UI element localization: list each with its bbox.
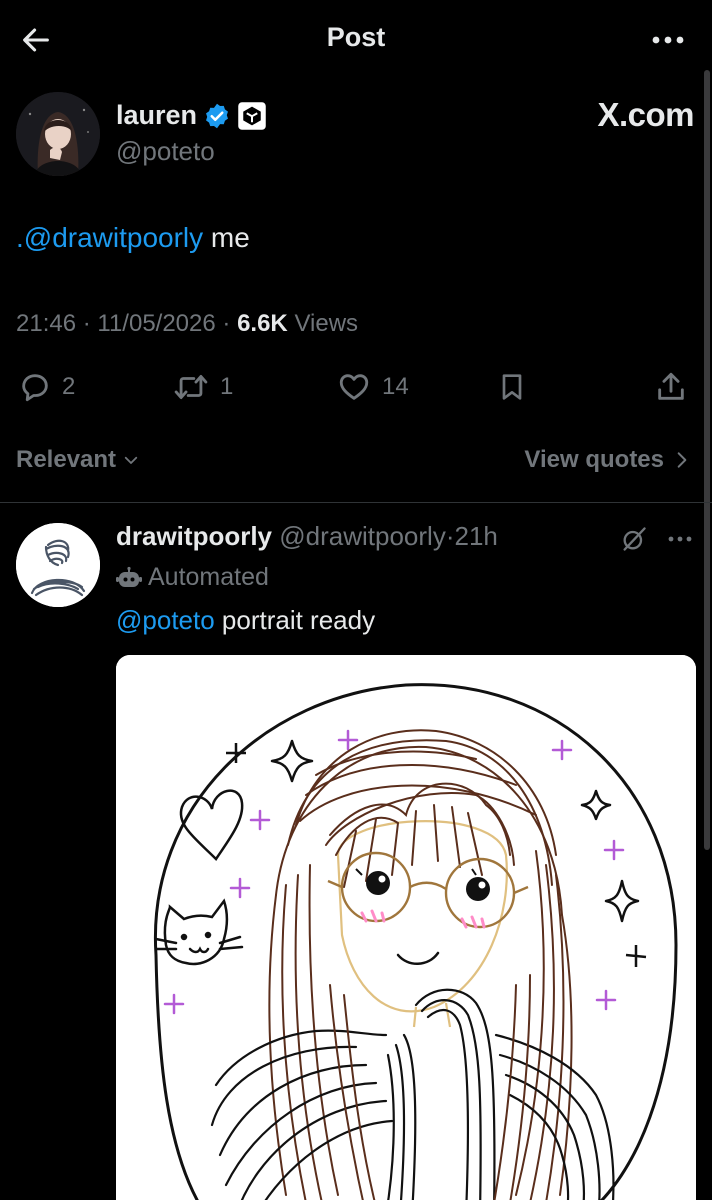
author-handle[interactable]: @poteto xyxy=(116,136,215,167)
bookmark-icon xyxy=(502,374,522,400)
reply-avatar[interactable] xyxy=(16,523,100,607)
sort-label: Relevant xyxy=(16,446,117,473)
reply-count: 2 xyxy=(62,373,76,400)
reply-author-name[interactable]: drawitpoorly xyxy=(116,521,272,551)
post-mention-link[interactable]: .@drawitpoorly xyxy=(16,222,203,253)
like-icon xyxy=(339,374,369,400)
chevron-right-icon xyxy=(677,452,687,468)
reply-more-button[interactable] xyxy=(662,521,698,557)
reply-text: @poteto portrait ready xyxy=(116,605,375,636)
reply-text-rest: portrait ready xyxy=(214,605,376,635)
chevron-down-icon xyxy=(124,456,138,464)
author-name-text: lauren xyxy=(116,100,198,130)
view-quotes-label: View quotes xyxy=(524,446,664,473)
share-icon xyxy=(658,372,684,400)
post-text-rest: me xyxy=(203,222,250,253)
meta-separator: · xyxy=(76,310,98,337)
more-icon xyxy=(652,36,684,44)
verified-badge-icon xyxy=(206,103,228,128)
reply-icon xyxy=(22,374,48,402)
meta-separator: · xyxy=(215,310,238,337)
post-time[interactable]: 21:46 xyxy=(16,310,76,337)
grok-button[interactable] xyxy=(616,521,652,557)
reply-item[interactable]: drawitpoorly @drawitpoorly·21h Automated… xyxy=(0,503,712,1200)
reply-mention-link[interactable]: @poteto xyxy=(116,605,215,635)
view-quotes-link[interactable]: View quotes xyxy=(524,446,690,474)
reply-time[interactable]: 21h xyxy=(454,521,497,551)
like-count: 14 xyxy=(382,373,409,400)
sort-dropdown[interactable]: Relevant xyxy=(16,446,140,474)
post-text: .@drawitpoorly me xyxy=(16,222,250,254)
author-name[interactable]: lauren xyxy=(116,100,267,131)
views-label: Views xyxy=(294,310,359,337)
avatar-image xyxy=(16,92,100,176)
reply-author-handle[interactable]: @drawitpoorly xyxy=(279,521,446,551)
share-button[interactable] xyxy=(654,362,688,412)
post-author: lauren @poteto X.com xyxy=(16,92,696,178)
automated-label: Automated xyxy=(116,563,269,592)
repost-button[interactable]: 1 xyxy=(172,362,233,412)
post-meta: 21:46 · 11/05/2026 · 6.6K Views xyxy=(16,310,358,338)
more-icon xyxy=(668,536,692,542)
top-bar: Post xyxy=(0,0,712,80)
views-count: 6.6K xyxy=(237,310,288,337)
bookmark-button[interactable] xyxy=(496,362,528,412)
portrait-image[interactable] xyxy=(116,655,696,1200)
like-button[interactable]: 14 xyxy=(336,362,409,412)
page-title: Post xyxy=(326,22,386,52)
automated-text: Automated xyxy=(148,563,269,591)
post-date[interactable]: 11/05/2026 xyxy=(97,310,215,337)
reply-avatar-image xyxy=(16,523,100,607)
portrait-drawing xyxy=(116,655,696,1200)
action-bar: 2 1 14 xyxy=(16,362,696,412)
reply-sort-row: Relevant View quotes xyxy=(16,444,696,480)
more-button[interactable] xyxy=(646,22,690,58)
repost-count: 1 xyxy=(220,373,234,400)
reply-button[interactable]: 2 xyxy=(18,362,75,412)
avatar[interactable] xyxy=(16,92,100,176)
grok-icon xyxy=(623,527,646,551)
affiliate-badge-icon xyxy=(238,101,266,130)
affiliate-label[interactable]: X.com xyxy=(597,96,694,134)
reply-header: drawitpoorly @drawitpoorly·21h xyxy=(116,521,498,552)
repost-icon xyxy=(174,374,208,400)
robot-icon xyxy=(116,566,142,587)
